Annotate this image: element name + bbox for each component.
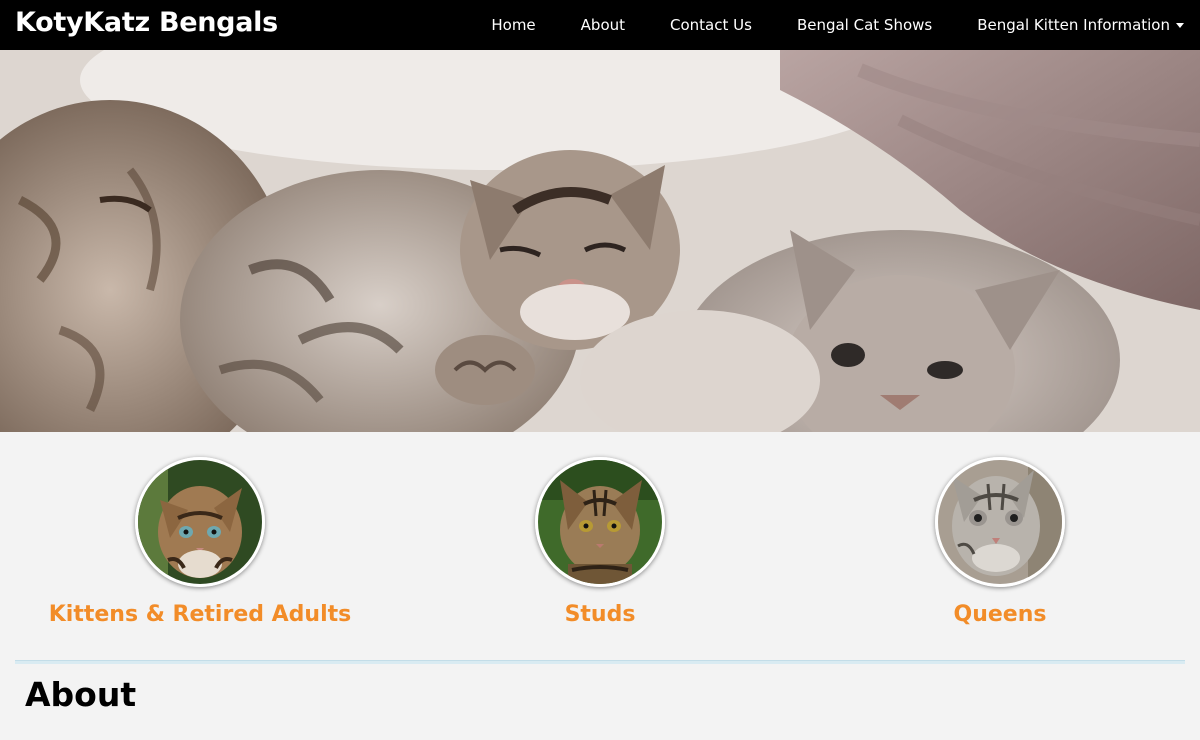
queen-photo bbox=[938, 460, 1062, 584]
stud-photo bbox=[538, 460, 662, 584]
about-heading: About bbox=[25, 675, 137, 714]
caret-down-icon bbox=[1176, 23, 1184, 28]
kitten-photo bbox=[138, 460, 262, 584]
sleeping-kittens-photo bbox=[0, 50, 1200, 432]
nav-link-contact[interactable]: Contact Us bbox=[648, 0, 775, 50]
nav-dropdown-kitten-info[interactable]: Bengal Kitten Information bbox=[955, 0, 1200, 50]
nav-link-cat-shows[interactable]: Bengal Cat Shows bbox=[774, 0, 954, 50]
card-studs: Studs bbox=[400, 432, 800, 657]
hero-image bbox=[0, 50, 1200, 432]
top-navbar: KotyKatz Bengals Home About Contact Us B… bbox=[0, 0, 1200, 50]
nav-link-about[interactable]: About bbox=[558, 0, 647, 50]
card-queens: Queens bbox=[800, 432, 1200, 657]
nav-link-home[interactable]: Home bbox=[469, 0, 558, 50]
studs-avatar[interactable] bbox=[535, 457, 665, 587]
queens-avatar[interactable] bbox=[935, 457, 1065, 587]
kittens-avatar[interactable] bbox=[135, 457, 265, 587]
card-kittens: Kittens & Retired Adults bbox=[0, 432, 400, 657]
card-title-queens[interactable]: Queens bbox=[800, 602, 1200, 627]
section-divider bbox=[15, 660, 1185, 664]
nav-links: Home About Contact Us Bengal Cat Shows B… bbox=[469, 0, 1200, 50]
nav-dropdown-label: Bengal Kitten Information bbox=[977, 16, 1170, 34]
site-brand[interactable]: KotyKatz Bengals bbox=[15, 7, 278, 38]
category-cards: Kittens & Retired Adults Studs Queens bbox=[0, 432, 1200, 657]
card-title-studs[interactable]: Studs bbox=[400, 602, 800, 627]
card-title-kittens[interactable]: Kittens & Retired Adults bbox=[0, 602, 400, 627]
